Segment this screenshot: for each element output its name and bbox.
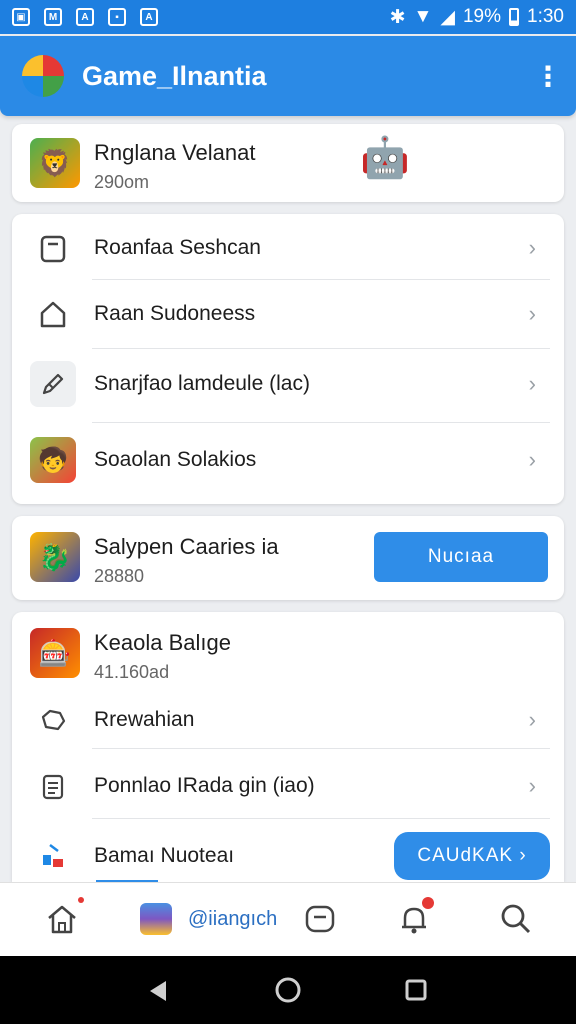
- app-icon: [140, 903, 172, 935]
- clock: 1:30: [527, 6, 564, 27]
- menu-card: Roanfaa Seshcan › Raan Sudoneess › Snarj…: [12, 214, 564, 504]
- menu-item-last[interactable]: Bamaı Nuoteaı CAUdKAK ›: [12, 822, 564, 890]
- menu-item[interactable]: Roanfaa Seshcan ›: [12, 214, 564, 282]
- search-icon[interactable]: [494, 897, 538, 941]
- shapes-icon: [30, 833, 76, 879]
- notification-icon: ▪: [108, 8, 126, 26]
- badge-icon: [422, 897, 434, 909]
- menu-item-label: Raan Sudoneess: [94, 302, 256, 325]
- notification-icon: M: [44, 8, 62, 26]
- game-thumbnail-icon: 🎰: [30, 628, 80, 678]
- bell-icon[interactable]: [392, 897, 436, 941]
- menu-item[interactable]: Rrewahian ›: [12, 686, 564, 754]
- app-title: Game_Ilnantia: [82, 60, 267, 91]
- notification-icons: ▣ M A ▪ A: [12, 8, 158, 26]
- notification-icon: A: [76, 8, 94, 26]
- section-card: 🎰 Keaola Balıge 41.160ad Rrewahian › Pon…: [12, 612, 564, 882]
- nav-item-center[interactable]: @iiangıch: [140, 897, 290, 941]
- menu-item-label: Ponnlao IRada gin (iao): [94, 774, 315, 797]
- menu-item[interactable]: Raan Sudoneess ›: [12, 280, 564, 348]
- bluetooth-icon: ✱: [389, 6, 406, 28]
- mascot-icon: 🤖: [360, 136, 410, 180]
- menu-item-label: Rrewahian: [94, 708, 195, 731]
- featured-subtitle: 290om: [94, 172, 150, 192]
- featured-card[interactable]: 🦁 Rnglana Velanat 290om 🤖: [12, 124, 564, 202]
- app-bar: Game_Ilnantia ⋮: [0, 36, 576, 116]
- back-icon[interactable]: [146, 978, 172, 1009]
- app-logo-icon: [22, 55, 64, 97]
- status-bar: ▣ M A ▪ A ✱ ▼ ◢ 19% 1:30: [0, 0, 576, 34]
- featured-title: Rnglana Velanat: [94, 140, 256, 165]
- notification-icon: A: [140, 8, 158, 26]
- game-thumbnail-icon: 🐉: [30, 532, 80, 582]
- menu-item-label: Snarjfao lamdeule (lac): [94, 372, 310, 395]
- battery-icon: [509, 8, 520, 26]
- chevron-right-icon: ›: [528, 301, 536, 326]
- nav-center-label: @iiangıch: [188, 907, 278, 930]
- bottom-navigation: @iiangıch: [0, 882, 576, 956]
- more-options-icon[interactable]: ⋮: [534, 60, 562, 93]
- chevron-right-icon: ›: [528, 371, 536, 396]
- menu-item-label: Bamaı Nuoteaı: [94, 844, 235, 867]
- promo-title: Salypen Caaries ia: [94, 534, 279, 559]
- system-navigation-bar: [0, 956, 576, 1024]
- notification-icon: ▣: [12, 8, 30, 26]
- recent-apps-icon[interactable]: [404, 978, 428, 1007]
- menu-item-label: Roanfaa Seshcan: [94, 236, 261, 259]
- pencil-icon: [30, 361, 76, 407]
- calendar-icon: [30, 225, 76, 271]
- chevron-right-icon: ›: [528, 447, 536, 472]
- clipboard-icon: [30, 763, 76, 809]
- action-button[interactable]: CAUdKAK ›: [394, 832, 550, 880]
- chat-icon[interactable]: [298, 897, 342, 941]
- menu-item[interactable]: Ponnlao IRada gin (iao) ›: [12, 752, 564, 820]
- chevron-right-icon: ›: [528, 707, 536, 732]
- promo-subtitle: 28880: [94, 566, 145, 586]
- notification-dot-icon: [78, 897, 84, 903]
- home-button-icon[interactable]: [274, 976, 302, 1009]
- home-icon[interactable]: [40, 897, 84, 941]
- menu-item-label: Soaolan Solakios: [94, 448, 257, 471]
- section-subtitle: 41.160ad: [94, 662, 170, 682]
- section-title: Keaola Balıge: [94, 630, 231, 655]
- wallet-icon: [30, 697, 76, 743]
- promo-button[interactable]: Nucıaa: [374, 532, 548, 582]
- menu-item[interactable]: 🧒 Soaolan Solakios ›: [12, 426, 564, 494]
- chevron-right-icon: ›: [528, 235, 536, 260]
- chevron-right-icon: ›: [528, 773, 536, 798]
- menu-item[interactable]: Snarjfao lamdeule (lac) ›: [12, 350, 564, 418]
- game-thumbnail-icon: 🦁: [30, 138, 80, 188]
- promo-card: 🐉 Salypen Caaries ia 28880 Nucıaa: [12, 516, 564, 600]
- wifi-icon: ▼: [413, 6, 433, 27]
- home-icon: [30, 291, 76, 337]
- character-icon: 🧒: [30, 437, 76, 483]
- battery-text: 19%: [462, 6, 502, 27]
- signal-icon: ◢: [440, 6, 455, 28]
